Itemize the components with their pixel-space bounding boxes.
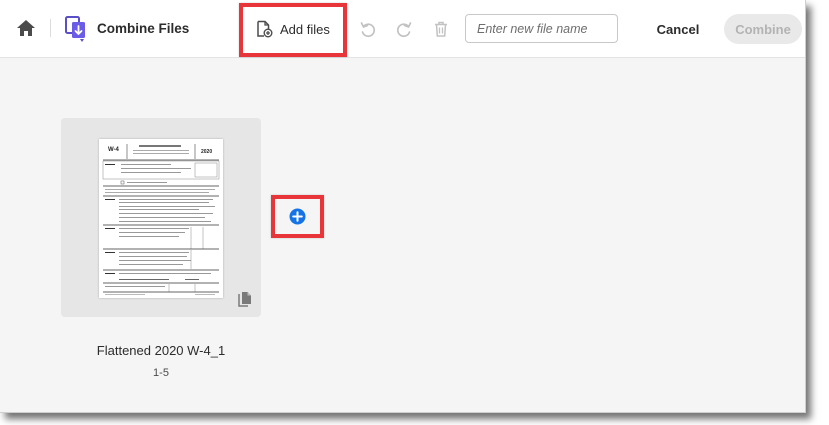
- toolbar: Combine Files Add files Enter new file n…: [0, 0, 805, 58]
- trash-icon: [435, 21, 447, 37]
- add-files-highlight: [239, 3, 347, 57]
- combine-button[interactable]: Combine: [724, 14, 802, 44]
- page-range-label: 1-5: [153, 367, 169, 379]
- combine-files-icon: [64, 15, 90, 43]
- undo-icon: [360, 22, 376, 38]
- insert-highlight: [271, 195, 324, 238]
- home-button[interactable]: [15, 18, 37, 38]
- file-name-label: Flattened 2020 W-4_1: [96, 343, 226, 358]
- thumb-form-year: 2020: [201, 149, 212, 155]
- redo-button[interactable]: [395, 20, 413, 38]
- page-thumbnail: W-4 2020: [99, 139, 223, 298]
- undo-button[interactable]: [359, 20, 377, 38]
- file-card[interactable]: W-4 2020: [61, 118, 261, 317]
- document-icon: [238, 291, 252, 307]
- thumb-form-title: W-4: [108, 147, 120, 153]
- app-title: Combine Files: [97, 21, 190, 36]
- redo-icon: [396, 22, 412, 38]
- file-name-input[interactable]: [465, 14, 618, 43]
- delete-button[interactable]: [432, 20, 450, 38]
- home-icon: [17, 20, 35, 36]
- toolbar-divider: [50, 19, 51, 37]
- combine-files-window: Combine Files Add files Enter new file n…: [0, 0, 806, 413]
- cancel-button[interactable]: Cancel: [651, 16, 705, 42]
